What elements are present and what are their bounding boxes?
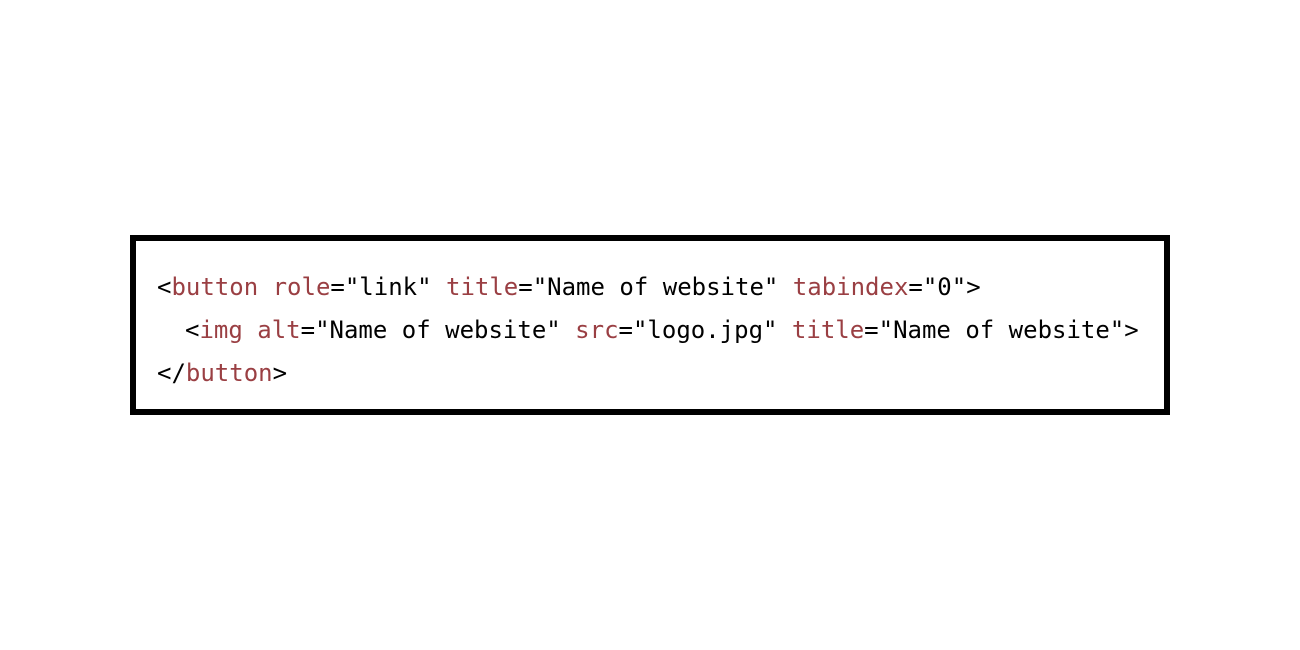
code-token-value: ="link" <box>330 273 446 301</box>
code-token-value: ="logo.jpg" <box>618 316 792 344</box>
code-token-attr: alt <box>257 316 301 344</box>
code-token-punct: < <box>157 273 172 301</box>
code-line-button-close: </button> <box>157 352 1164 395</box>
code-token-value: ="0"> <box>908 273 981 301</box>
code-token-tag: button <box>171 273 259 301</box>
code-token-value: ="Name of website"> <box>864 316 1139 344</box>
code-token-attr: tabindex <box>792 273 909 301</box>
code-token-value: ="Name of website" <box>518 273 793 301</box>
code-token-attr: role <box>272 273 331 301</box>
code-token-value: ="Name of website" <box>300 316 576 344</box>
code-token-attr: title <box>791 316 865 344</box>
code-token-tag: img <box>199 316 243 344</box>
code-token-tag: button <box>185 359 273 387</box>
code-token-attr: src <box>575 316 619 344</box>
code-token-punct <box>258 273 272 301</box>
code-line-img: <img alt="Name of website" src="logo.jpg… <box>157 309 1164 352</box>
code-token-punct: < <box>185 316 200 344</box>
code-line-button-open: <button role="link" title="Name of websi… <box>157 266 1164 309</box>
code-token-punct: > <box>272 359 288 387</box>
code-token-punct: </ <box>157 359 186 387</box>
code-token-attr: title <box>446 273 519 301</box>
code-snippet-box: <button role="link" title="Name of websi… <box>130 235 1170 415</box>
code-token-punct <box>243 316 257 344</box>
